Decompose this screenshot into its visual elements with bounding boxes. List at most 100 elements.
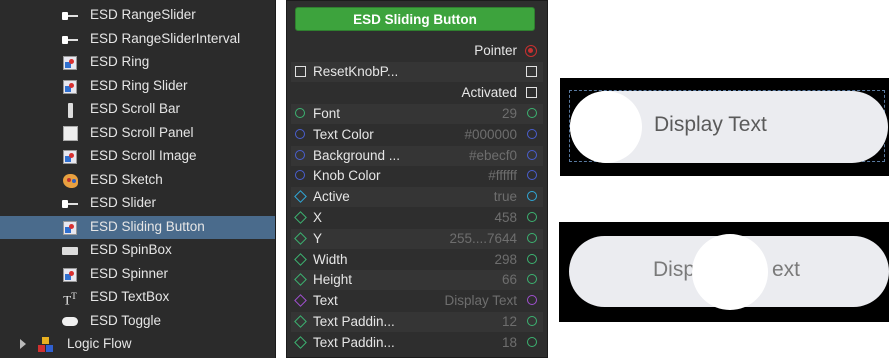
spinner-icon	[62, 267, 78, 283]
activated-row: Activated	[291, 83, 543, 103]
reset-knob-input-checkbox[interactable]	[295, 66, 306, 77]
input-pin-icon[interactable]	[295, 170, 305, 181]
tree-item-ring[interactable]: ESD Ring	[0, 51, 275, 74]
property-row[interactable]: X 458	[291, 208, 543, 228]
input-pin-icon[interactable]	[294, 315, 307, 328]
tree-item-range-slider[interactable]: ESD RangeSlider	[0, 4, 275, 27]
ring-slider-icon	[62, 79, 78, 95]
property-row[interactable]: Width 298	[291, 250, 543, 270]
textbox-icon: TT	[63, 290, 77, 308]
input-pin-icon[interactable]	[295, 108, 305, 118]
component-tree: ESD RangeSlider ESD RangeSliderInterval ES…	[0, 0, 276, 358]
output-pin-icon[interactable]	[527, 232, 537, 243]
tree-item-label: ESD SpinBox	[90, 242, 172, 257]
pointer-row: Pointer	[291, 41, 543, 61]
tree-item-scroll-bar[interactable]: ESD Scroll Bar	[0, 98, 275, 121]
property-row[interactable]: Height 66	[291, 270, 543, 291]
tree-item-label: ESD Scroll Bar	[90, 101, 181, 116]
property-value[interactable]: 18	[502, 335, 517, 350]
property-row[interactable]: Text Paddin... 18	[291, 333, 543, 353]
property-name: Knob Color	[313, 168, 381, 184]
property-row[interactable]: Background ... #ebecf0	[291, 145, 543, 166]
input-pin-icon[interactable]	[294, 211, 307, 224]
tree-item-label: ESD Ring Slider	[90, 77, 188, 93]
reset-knob-output-checkbox[interactable]	[526, 66, 537, 77]
tree-item-spinbox[interactable]: ESD SpinBox	[0, 239, 275, 262]
property-value[interactable]: 458	[494, 210, 517, 225]
knob-sliding[interactable]	[692, 234, 768, 310]
property-row[interactable]: Text Color #000000	[291, 125, 543, 145]
expand-arrow-icon[interactable]	[20, 339, 26, 349]
display-text-left: Disp	[653, 258, 696, 281]
input-pin-icon[interactable]	[294, 335, 307, 349]
activated-label: Activated	[461, 85, 517, 100]
output-pin-icon[interactable]	[527, 212, 537, 222]
property-row[interactable]: Knob Color #ffffff	[291, 166, 543, 186]
tree-item-label: ESD Spinner	[90, 265, 169, 281]
tree-item-label: ESD Sketch	[90, 171, 163, 187]
tree-item-label: ESD RangeSliderInterval	[90, 30, 241, 46]
scroll-panel-icon	[62, 126, 78, 142]
property-value[interactable]: 66	[502, 272, 517, 287]
input-pin-icon[interactable]	[294, 294, 307, 308]
tree-item-logic-flow[interactable]: Logic Flow	[0, 333, 275, 356]
tree-item-spinner[interactable]: ESD Spinner	[0, 263, 275, 286]
tree-item-scroll-panel[interactable]: ESD Scroll Panel	[0, 122, 275, 145]
property-value[interactable]: 255....7644	[449, 231, 517, 246]
property-value[interactable]: true	[494, 189, 517, 204]
preview-sliding: Disp ext	[559, 222, 889, 322]
tree-item-slider[interactable]: ESD Slider	[0, 192, 275, 215]
activated-output-checkbox[interactable]	[526, 87, 537, 98]
node-title[interactable]: ESD Sliding Button	[295, 7, 535, 31]
property-value[interactable]: #ebecf0	[469, 148, 517, 163]
output-pin-icon[interactable]	[527, 149, 537, 160]
property-row[interactable]: Text Paddin... 12	[291, 312, 543, 332]
output-pin-icon[interactable]	[527, 108, 537, 118]
tree-item-label: ESD Scroll Panel	[90, 124, 194, 140]
property-value[interactable]: #ffffff	[488, 168, 517, 183]
output-pin-icon[interactable]	[527, 170, 537, 181]
knob-off[interactable]	[570, 91, 642, 163]
input-pin-icon[interactable]	[295, 128, 305, 139]
property-row[interactable]: Font 29	[291, 104, 543, 124]
input-pin-icon[interactable]	[294, 273, 307, 287]
tree-item-sliding-button[interactable]: ESD Sliding Button	[0, 215, 275, 239]
tree-item-scroll-image[interactable]: ESD Scroll Image	[0, 145, 275, 168]
property-value[interactable]: 298	[494, 252, 517, 267]
sliding-button-node[interactable]: ESD Sliding Button Pointer ResetKnobP...…	[286, 0, 548, 358]
property-row[interactable]: Y 255....7644	[291, 228, 543, 249]
reset-knob-label: ResetKnobP...	[313, 64, 399, 79]
property-value[interactable]: 29	[502, 106, 517, 121]
output-pin-icon[interactable]	[527, 316, 537, 326]
display-text-off: Display Text	[654, 113, 767, 136]
property-value[interactable]: 12	[502, 314, 517, 329]
input-pin-icon[interactable]	[294, 231, 307, 245]
input-pin-icon[interactable]	[294, 190, 307, 204]
output-pin-icon[interactable]	[527, 191, 537, 202]
tree-item-label: ESD Scroll Image	[90, 148, 197, 163]
tree-item-label: ESD Toggle	[90, 312, 162, 328]
property-value[interactable]: #000000	[464, 127, 517, 142]
input-pin-icon[interactable]	[295, 149, 305, 160]
tree-item-toggle[interactable]: ESD Toggle	[0, 310, 275, 333]
property-name: Active	[313, 189, 350, 205]
output-pin-icon[interactable]	[527, 253, 537, 264]
output-pin-icon[interactable]	[527, 336, 537, 347]
tree-item-sketch[interactable]: ESD Sketch	[0, 169, 275, 192]
output-pin-icon[interactable]	[527, 274, 537, 285]
property-value[interactable]: Display Text	[444, 293, 517, 308]
output-pin-icon[interactable]	[527, 295, 537, 306]
tree-item-label: ESD Sliding Button	[90, 218, 205, 234]
input-pin-icon[interactable]	[294, 252, 307, 266]
tree-item-ring-slider[interactable]: ESD Ring Slider	[0, 75, 275, 98]
tree-item-textbox[interactable]: TT ESD TextBox	[0, 286, 275, 309]
pointer-output-pin-icon[interactable]	[525, 45, 537, 57]
property-row[interactable]: Text Display Text	[291, 291, 543, 311]
property-row[interactable]: Active true	[291, 187, 543, 208]
tree-item-range-slider-interval[interactable]: ESD RangeSliderInterval	[0, 28, 275, 51]
output-pin-icon[interactable]	[527, 128, 537, 139]
property-name: Text Paddin...	[313, 334, 395, 350]
display-text-right: ext	[772, 258, 801, 281]
property-name: Width	[313, 251, 348, 267]
slider-icon	[62, 196, 78, 212]
